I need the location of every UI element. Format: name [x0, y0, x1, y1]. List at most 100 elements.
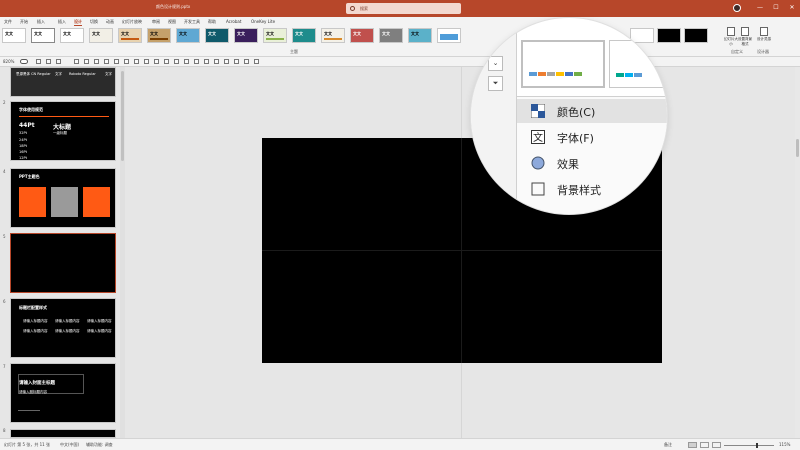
theme-thumbnail[interactable]: 文文 [263, 28, 287, 43]
theme-thumbnail[interactable]: 文文 [31, 28, 55, 43]
svg-text:文: 文 [533, 131, 543, 144]
theme-thumbnail[interactable]: 文文 [176, 28, 200, 43]
canvas-scrollbar[interactable] [795, 67, 800, 438]
new-slide-icon[interactable] [74, 59, 79, 64]
slide-text: 请输入标题内容 [55, 329, 80, 333]
zoom-slider-handle[interactable] [756, 443, 758, 448]
menu-item-colors[interactable]: 颜色(C) [517, 99, 667, 123]
slide-title: 标题栏配置样式 [19, 305, 47, 310]
color-swatch [83, 187, 110, 217]
chart-icon[interactable] [224, 59, 229, 64]
slide-thumbnail-selected[interactable] [10, 233, 116, 293]
save-icon[interactable] [36, 59, 41, 64]
theme-thumbnail[interactable]: 文文 [292, 28, 316, 43]
variant-dropdown-menu: 颜色(C) 文 字体(F) 效果 背景样式 [517, 96, 667, 214]
tab-insert[interactable]: 插入 [58, 19, 66, 25]
tab-animations[interactable]: 动画 [106, 19, 114, 25]
variant-thumbnail[interactable] [684, 28, 708, 43]
reading-view-icon[interactable] [712, 442, 721, 448]
color-chip [556, 72, 564, 76]
close-button[interactable]: ✕ [788, 4, 796, 12]
slide-text: 请输入标题内容 [55, 319, 80, 323]
theme-thumbnail[interactable]: 文文 [118, 28, 142, 43]
tab-design[interactable]: 设计 [74, 19, 82, 26]
theme-thumbnail[interactable]: 文文 [408, 28, 432, 43]
theme-thumbnail[interactable]: 文文 [350, 28, 374, 43]
design-ribbon: 文文 文文 文文 文文 文文 文文 文文 文文 文文 文文 文文 文文 文文 文… [0, 26, 800, 57]
tab-review[interactable]: 审阅 [152, 19, 160, 25]
variant-thumbnail-selected[interactable] [521, 40, 605, 88]
autosave-toggle[interactable] [20, 59, 28, 64]
theme-thumbnail[interactable]: 文文 [147, 28, 171, 43]
language-indicator[interactable]: 中文(中国) [60, 442, 79, 448]
avatar[interactable] [733, 4, 741, 12]
slide-thumbnail[interactable]: 字体使用规范 44Pt 大标题 32Pt 一级标题 24Pt 18Pt 16Pt… [10, 101, 116, 161]
theme-thumbnail[interactable]: 文文 [379, 28, 403, 43]
tab-file[interactable]: 文件 [4, 19, 12, 25]
reset-icon[interactable] [94, 59, 99, 64]
slide-thumbnail[interactable]: 标题栏配置样式 请输入标题内容 请输入标题内容 请输入标题内容 请输入标题内容 … [10, 298, 116, 358]
outline-icon[interactable] [204, 59, 209, 64]
slide-text: 大标题 [53, 124, 72, 131]
fill-icon[interactable] [194, 59, 199, 64]
layout-icon[interactable] [84, 59, 89, 64]
variant-thumbnail[interactable] [609, 40, 667, 88]
color-chip [565, 72, 573, 76]
text-box-icon[interactable] [164, 59, 169, 64]
tab-help[interactable]: 帮助 [208, 19, 216, 25]
tab-view[interactable]: 视图 [168, 19, 176, 25]
zoom-level[interactable]: 115% [779, 442, 790, 447]
chevron-down-icon[interactable]: ⌄ [488, 56, 503, 71]
section-icon[interactable] [104, 59, 109, 64]
format-background-button[interactable]: 设置背景格式 [738, 27, 752, 47]
title-bar: 颜色设计规则.pptx 搜索 — ☐ ✕ [0, 0, 800, 17]
menu-item-fonts[interactable]: 文 字体(F) [517, 125, 667, 149]
undo-icon[interactable] [46, 59, 51, 64]
menu-item-effects[interactable]: 效果 [517, 151, 667, 175]
arrange-icon[interactable] [184, 59, 189, 64]
slide-thumbnail[interactable] [10, 429, 116, 438]
tab-slideshow[interactable]: 幻灯片放映 [122, 19, 142, 25]
normal-view-icon[interactable] [688, 442, 697, 448]
designer-button[interactable]: 设计灵感 [757, 27, 771, 47]
theme-thumbnail[interactable]: 文文 [2, 28, 26, 43]
italic-icon[interactable] [134, 59, 139, 64]
accessibility-indicator[interactable]: 辅助功能: 调查 [86, 442, 113, 448]
tab-slide[interactable]: 插入 [37, 19, 45, 25]
theme-thumbnail[interactable]: 文文 [321, 28, 345, 43]
font-icon[interactable] [114, 59, 119, 64]
underline-icon[interactable] [144, 59, 149, 64]
background-icon [531, 182, 545, 196]
shape-icon[interactable] [174, 59, 179, 64]
slide-thumbnail[interactable]: 请输入封面主标题 请输入副标题内容 [10, 363, 116, 423]
zoom-slider[interactable] [724, 445, 774, 446]
bold-icon[interactable] [124, 59, 129, 64]
slide-size-button[interactable]: 幻灯片大小 [724, 27, 738, 47]
table-icon[interactable] [234, 59, 239, 64]
tab-transitions[interactable]: 切换 [90, 19, 98, 25]
notes-button[interactable]: 备注 [664, 442, 672, 448]
theme-thumbnail[interactable]: 文文 [205, 28, 229, 43]
picture-icon[interactable] [214, 59, 219, 64]
more-variants-icon[interactable]: ⏷ [488, 76, 503, 91]
sorter-view-icon[interactable] [700, 442, 709, 448]
slide-text: 请输入副标题内容 [19, 390, 47, 394]
play-icon[interactable] [254, 59, 259, 64]
theme-thumbnail[interactable]: 文文 [234, 28, 258, 43]
theme-thumbnail[interactable] [437, 28, 461, 43]
theme-thumbnail[interactable]: 文文 [60, 28, 84, 43]
link-icon[interactable] [244, 59, 249, 64]
slide-thumbnail[interactable]: PPT主题色 [10, 168, 116, 228]
slide-thumbnail[interactable]: 思源黑体 CN Regular 文字 Roboto Regular 文字 [10, 67, 116, 97]
theme-thumbnail[interactable]: 文文 [89, 28, 113, 43]
redo-icon[interactable] [56, 59, 61, 64]
tab-acrobat[interactable]: Acrobat [226, 19, 241, 24]
maximize-button[interactable]: ☐ [772, 4, 780, 12]
tab-onekey[interactable]: OneKey Lite [251, 19, 275, 24]
tab-developer[interactable]: 开发工具 [184, 19, 200, 25]
search-box[interactable]: 搜索 [346, 3, 461, 14]
menu-item-background[interactable]: 背景样式 [517, 177, 667, 201]
minimize-button[interactable]: — [756, 4, 764, 12]
tab-home[interactable]: 开始 [20, 19, 28, 25]
align-icon[interactable] [154, 59, 159, 64]
